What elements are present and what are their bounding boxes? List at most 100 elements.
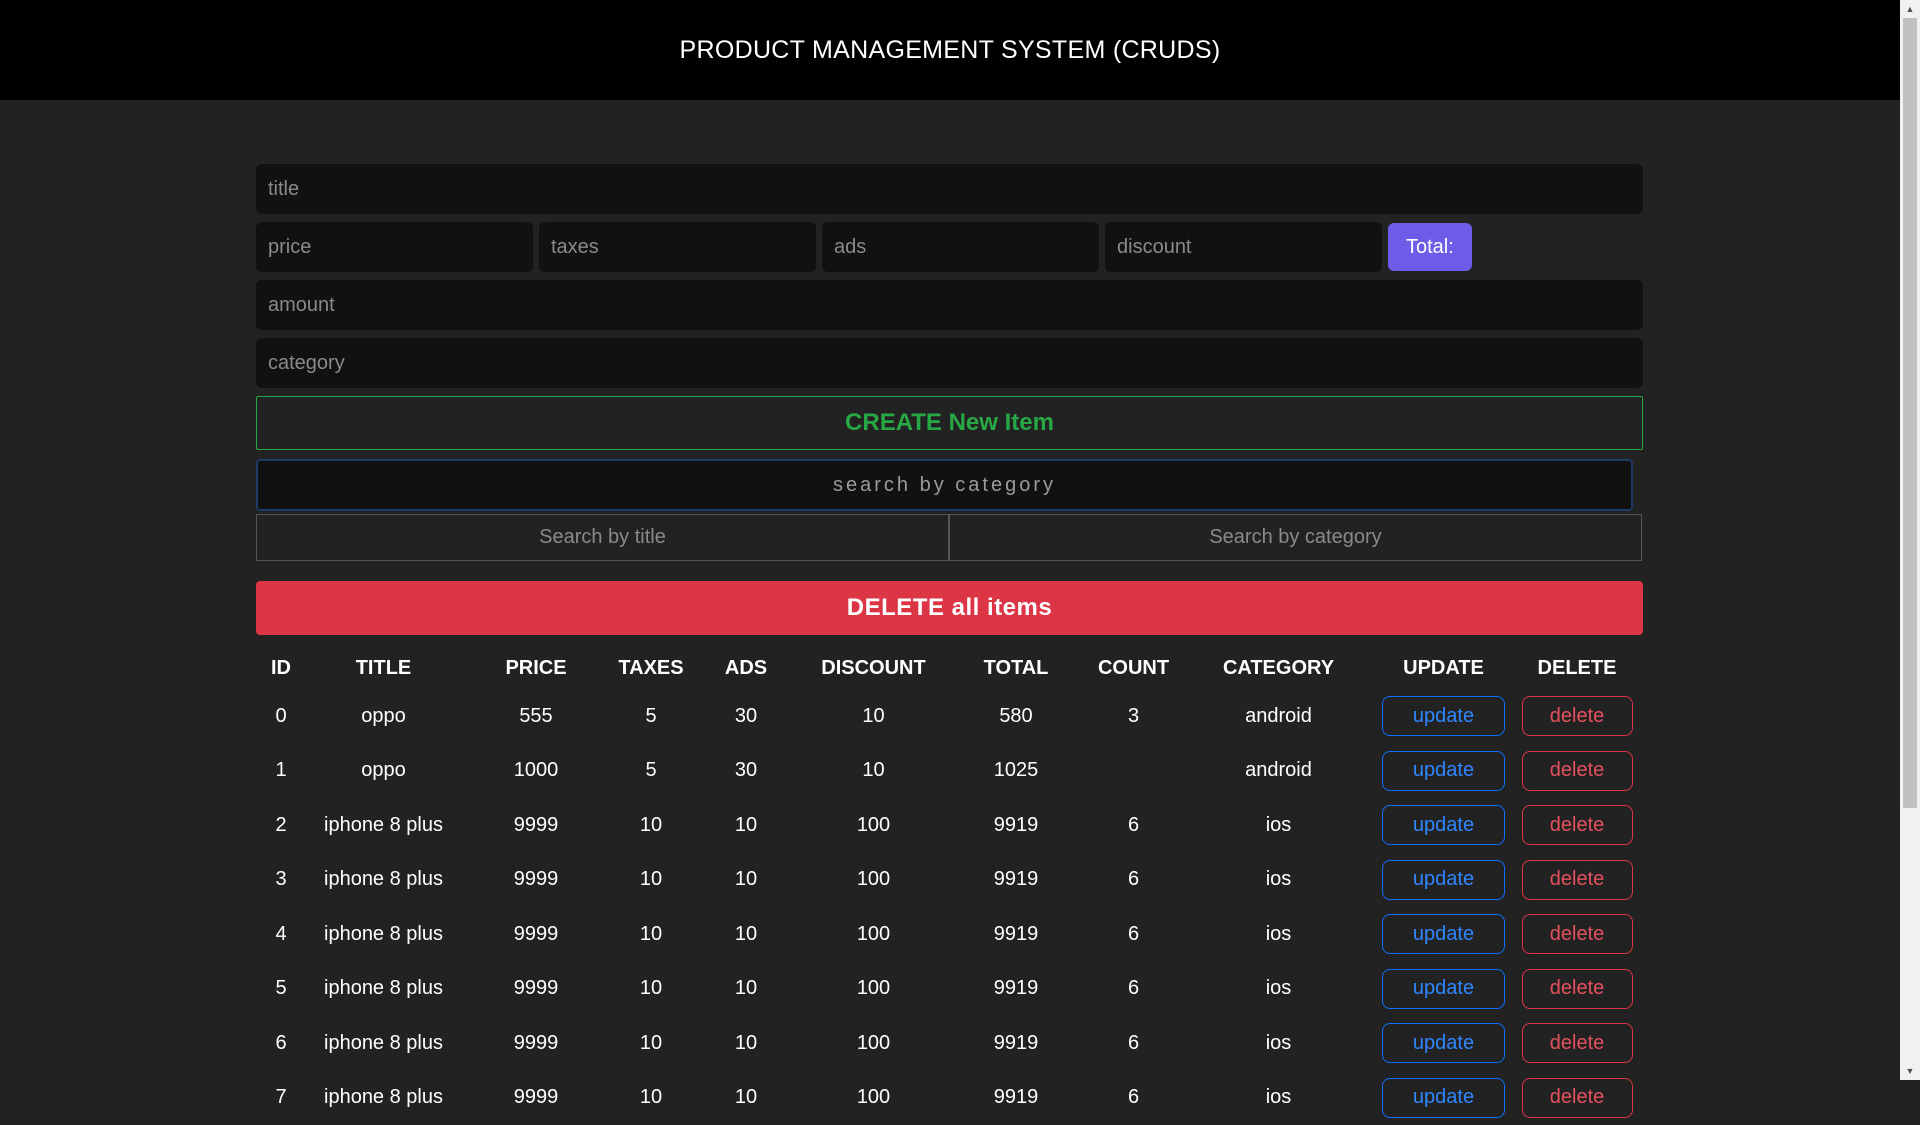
cell-taxes: 10 xyxy=(611,962,691,1017)
cell-total: 580 xyxy=(946,689,1086,744)
cell-id: 3 xyxy=(256,853,306,908)
cell-price: 9999 xyxy=(461,853,611,908)
table-row: 5iphone 8 plus9999101010099196iosupdated… xyxy=(256,962,1643,1017)
update-button[interactable]: update xyxy=(1382,1023,1505,1063)
update-button[interactable]: update xyxy=(1382,805,1505,845)
delete-all-button[interactable]: DELETE all items xyxy=(256,581,1643,635)
discount-input[interactable] xyxy=(1105,222,1382,272)
update-button[interactable]: update xyxy=(1382,860,1505,900)
update-button[interactable]: update xyxy=(1382,914,1505,954)
cell-category: android xyxy=(1181,744,1376,799)
price-input[interactable] xyxy=(256,222,533,272)
cell-count: 6 xyxy=(1086,907,1181,962)
cell-update: update xyxy=(1376,1016,1511,1071)
cell-taxes: 10 xyxy=(611,1016,691,1071)
search-by-title-button[interactable]: Search by title xyxy=(256,514,949,561)
cell-id: 5 xyxy=(256,962,306,1017)
search-mode-buttons: Search by title Search by category xyxy=(256,514,1643,561)
cell-total: 9919 xyxy=(946,1071,1086,1125)
column-header: ID xyxy=(256,647,306,689)
cell-id: 7 xyxy=(256,1071,306,1125)
crud-panel: Total: CREATE New Item Search by title S… xyxy=(256,164,1643,1125)
update-button[interactable]: update xyxy=(1382,751,1505,791)
amount-input[interactable] xyxy=(256,280,1643,330)
delete-button[interactable]: delete xyxy=(1522,805,1633,845)
category-input[interactable] xyxy=(256,338,1643,388)
delete-button[interactable]: delete xyxy=(1522,860,1633,900)
delete-button[interactable]: delete xyxy=(1522,751,1633,791)
cell-ads: 10 xyxy=(691,1016,801,1071)
search-input[interactable] xyxy=(256,459,1633,511)
cell-delete: delete xyxy=(1511,1016,1643,1071)
column-header: UPDATE xyxy=(1376,647,1511,689)
cell-price: 9999 xyxy=(461,1071,611,1125)
column-header: DELETE xyxy=(1511,647,1643,689)
cell-discount: 100 xyxy=(801,1016,946,1071)
taxes-input[interactable] xyxy=(539,222,816,272)
delete-button[interactable]: delete xyxy=(1522,969,1633,1009)
cell-ads: 10 xyxy=(691,1071,801,1125)
cell-title: iphone 8 plus xyxy=(306,798,461,853)
cell-category: ios xyxy=(1181,907,1376,962)
scrollbar-thumb[interactable] xyxy=(1903,18,1917,808)
update-button[interactable]: update xyxy=(1382,969,1505,1009)
cell-title: oppo xyxy=(306,689,461,744)
title-input[interactable] xyxy=(256,164,1643,214)
page-title: PRODUCT MANAGEMENT SYSTEM (CRUDS) xyxy=(680,36,1221,65)
table-body: 0oppo555530105803androidupdatedelete1opp… xyxy=(256,689,1643,1125)
delete-button[interactable]: delete xyxy=(1522,696,1633,736)
cell-delete: delete xyxy=(1511,907,1643,962)
cell-taxes: 10 xyxy=(611,1071,691,1125)
cell-discount: 100 xyxy=(801,798,946,853)
cell-total: 1025 xyxy=(946,744,1086,799)
search-by-category-button[interactable]: Search by category xyxy=(949,514,1642,561)
delete-button[interactable]: delete xyxy=(1522,914,1633,954)
vertical-scrollbar[interactable]: ▲ ▼ xyxy=(1900,0,1920,1080)
cell-price: 9999 xyxy=(461,962,611,1017)
cell-title: oppo xyxy=(306,744,461,799)
cell-delete: delete xyxy=(1511,1071,1643,1125)
cell-ads: 10 xyxy=(691,853,801,908)
cell-update: update xyxy=(1376,744,1511,799)
cell-count: 6 xyxy=(1086,798,1181,853)
delete-button[interactable]: delete xyxy=(1522,1023,1633,1063)
cell-taxes: 5 xyxy=(611,744,691,799)
cell-id: 0 xyxy=(256,689,306,744)
cell-title: iphone 8 plus xyxy=(306,907,461,962)
table-row: 2iphone 8 plus9999101010099196iosupdated… xyxy=(256,798,1643,853)
column-header: TOTAL xyxy=(946,647,1086,689)
cell-delete: delete xyxy=(1511,853,1643,908)
cell-count: 3 xyxy=(1086,689,1181,744)
cell-total: 9919 xyxy=(946,798,1086,853)
table-row: 4iphone 8 plus9999101010099196iosupdated… xyxy=(256,907,1643,962)
scroll-up-arrow-icon[interactable]: ▲ xyxy=(1900,0,1920,18)
delete-button[interactable]: delete xyxy=(1522,1078,1633,1118)
ads-input[interactable] xyxy=(822,222,1099,272)
cell-total: 9919 xyxy=(946,1016,1086,1071)
create-item-button[interactable]: CREATE New Item xyxy=(256,396,1643,450)
cell-title: iphone 8 plus xyxy=(306,853,461,908)
cell-delete: delete xyxy=(1511,798,1643,853)
column-header: DISCOUNT xyxy=(801,647,946,689)
cell-ads: 10 xyxy=(691,798,801,853)
cell-price: 9999 xyxy=(461,1016,611,1071)
cell-price: 555 xyxy=(461,689,611,744)
total-badge: Total: xyxy=(1388,223,1472,271)
cell-delete: delete xyxy=(1511,744,1643,799)
cell-id: 6 xyxy=(256,1016,306,1071)
update-button[interactable]: update xyxy=(1382,696,1505,736)
column-header: CATEGORY xyxy=(1181,647,1376,689)
table-row: 0oppo555530105803androidupdatedelete xyxy=(256,689,1643,744)
cell-discount: 10 xyxy=(801,689,946,744)
cell-price: 9999 xyxy=(461,907,611,962)
cell-update: update xyxy=(1376,962,1511,1017)
cell-category: ios xyxy=(1181,853,1376,908)
column-header: ADS xyxy=(691,647,801,689)
update-button[interactable]: update xyxy=(1382,1078,1505,1118)
scroll-down-arrow-icon[interactable]: ▼ xyxy=(1900,1062,1920,1080)
cell-price: 1000 xyxy=(461,744,611,799)
cell-update: update xyxy=(1376,1071,1511,1125)
price-row: Total: xyxy=(256,222,1643,272)
table-row: 6iphone 8 plus9999101010099196iosupdated… xyxy=(256,1016,1643,1071)
column-header: PRICE xyxy=(461,647,611,689)
